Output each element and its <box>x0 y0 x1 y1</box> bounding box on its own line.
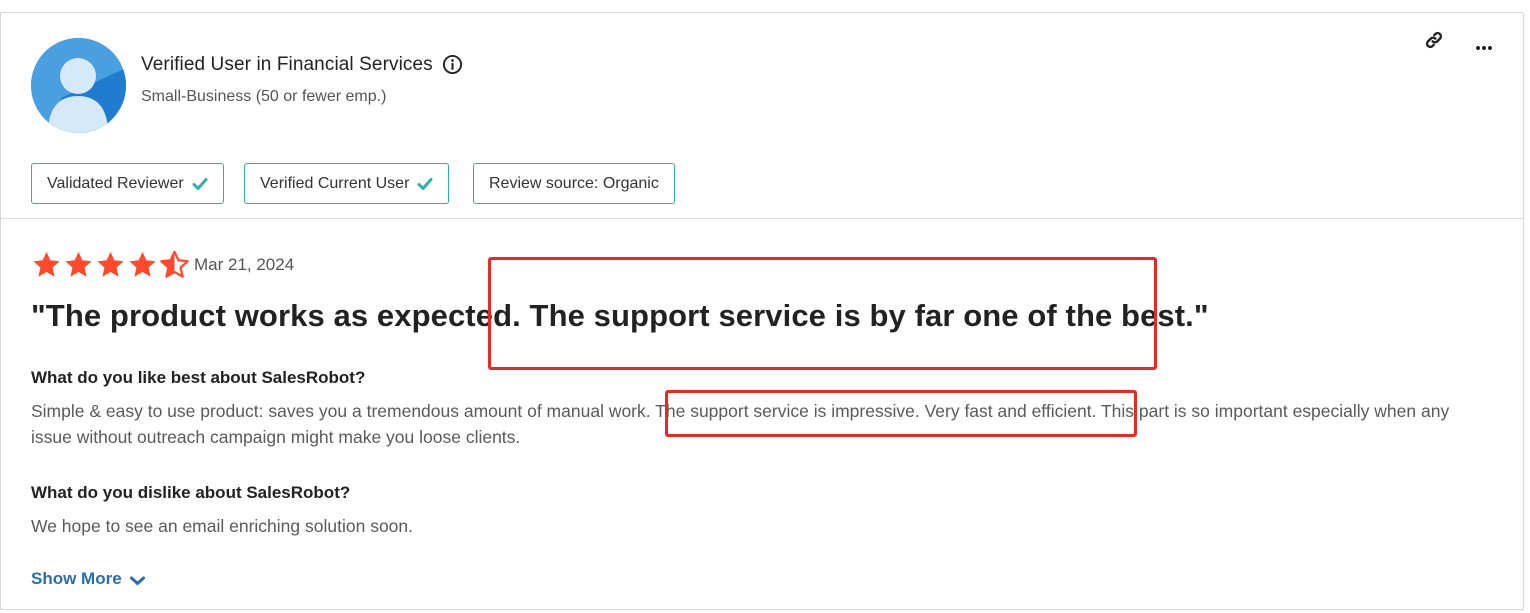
badge-review-source: Review source: Organic <box>473 163 675 204</box>
badge-validated-reviewer: Validated Reviewer <box>31 163 224 204</box>
more-horizontal-icon[interactable] <box>1471 37 1497 55</box>
star-full-icon <box>65 251 92 277</box>
check-icon <box>192 177 208 190</box>
chevron-down-icon <box>129 576 145 585</box>
badge-label: Review source: Organic <box>489 174 659 192</box>
show-more-link[interactable]: Show More <box>31 569 145 589</box>
badge-label: Verified Current User <box>260 174 410 192</box>
review-date: Mar 21, 2024 <box>194 255 295 274</box>
star-full-icon <box>97 251 124 277</box>
show-more-label: Show More <box>31 569 122 588</box>
avatar <box>31 38 126 133</box>
badge-verified-current-user: Verified Current User <box>244 163 450 204</box>
reviewer-name: Verified User in Financial Services <box>141 54 433 75</box>
section-divider <box>1 218 1523 219</box>
star-rating <box>31 250 190 280</box>
link-icon[interactable] <box>1423 29 1445 51</box>
review-card: Verified User in Financial Services Smal… <box>0 12 1524 610</box>
badge-label: Validated Reviewer <box>47 174 184 192</box>
star-full-icon <box>33 251 60 277</box>
info-circle-icon[interactable] <box>442 54 463 75</box>
answer-dislike: We hope to see an email enriching soluti… <box>31 516 414 536</box>
check-icon <box>417 177 433 190</box>
question-like-best: What do you like best about SalesRobot? <box>31 368 366 387</box>
reviewer-segment: Small-Business (50 or fewer emp.) <box>141 88 387 105</box>
user-silhouette-icon <box>31 38 126 133</box>
star-half-icon <box>160 250 189 278</box>
question-dislike: What do you dislike about SalesRobot? <box>31 483 351 502</box>
answer-like-best: Simple & easy to use product: saves you … <box>31 401 1450 447</box>
review-title: "The product works as expected. The supp… <box>31 298 1209 333</box>
star-full-icon <box>129 251 156 277</box>
